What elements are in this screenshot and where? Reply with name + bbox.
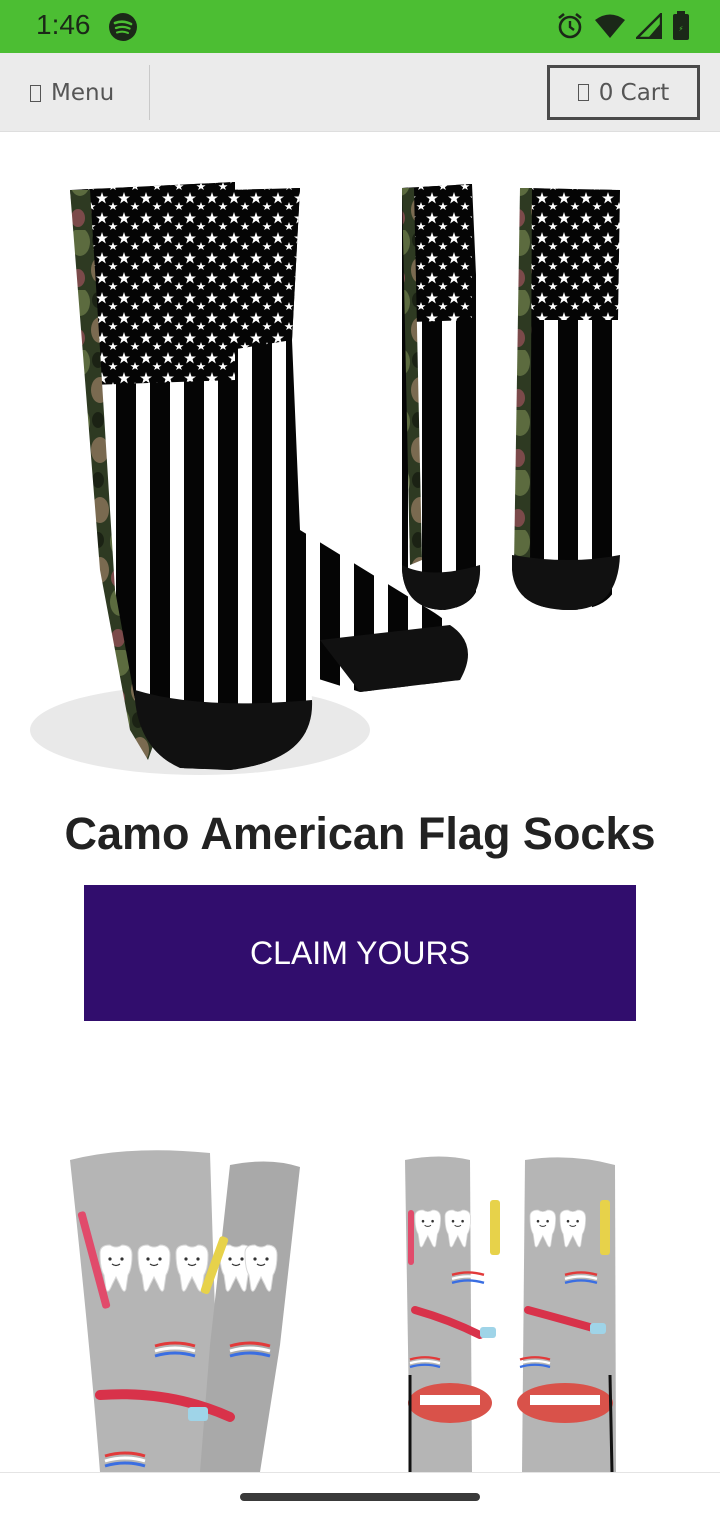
menu-label: Menu bbox=[51, 80, 115, 106]
cart-button[interactable]: 0 Cart bbox=[547, 65, 700, 120]
status-time: 1:46 bbox=[36, 9, 91, 40]
menu-icon bbox=[30, 84, 41, 102]
store-header: Menu 0 Cart bbox=[0, 53, 720, 132]
toothbrush-teeth-socks-image[interactable] bbox=[60, 1145, 640, 1472]
cart-icon bbox=[577, 84, 589, 101]
svg-text:⚡: ⚡ bbox=[679, 25, 684, 33]
spotify-icon bbox=[109, 13, 137, 41]
nav-divider bbox=[149, 65, 150, 120]
signal-icon bbox=[636, 13, 662, 39]
claim-yours-button[interactable]: CLAIM YOURS bbox=[84, 885, 636, 1021]
alarm-icon bbox=[558, 12, 582, 39]
menu-button[interactable]: Menu bbox=[30, 74, 114, 112]
wifi-icon bbox=[595, 14, 625, 38]
home-gesture-handle[interactable] bbox=[240, 1493, 480, 1501]
camo-american-flag-socks-image[interactable] bbox=[30, 170, 650, 780]
cart-label: 0 Cart bbox=[598, 79, 670, 106]
gesture-navigation-bar bbox=[0, 1472, 720, 1520]
status-bar: 1:46 ⚡ bbox=[0, 0, 720, 53]
product-title[interactable]: Camo American Flag Socks bbox=[0, 808, 720, 860]
battery-icon: ⚡ bbox=[673, 11, 689, 40]
